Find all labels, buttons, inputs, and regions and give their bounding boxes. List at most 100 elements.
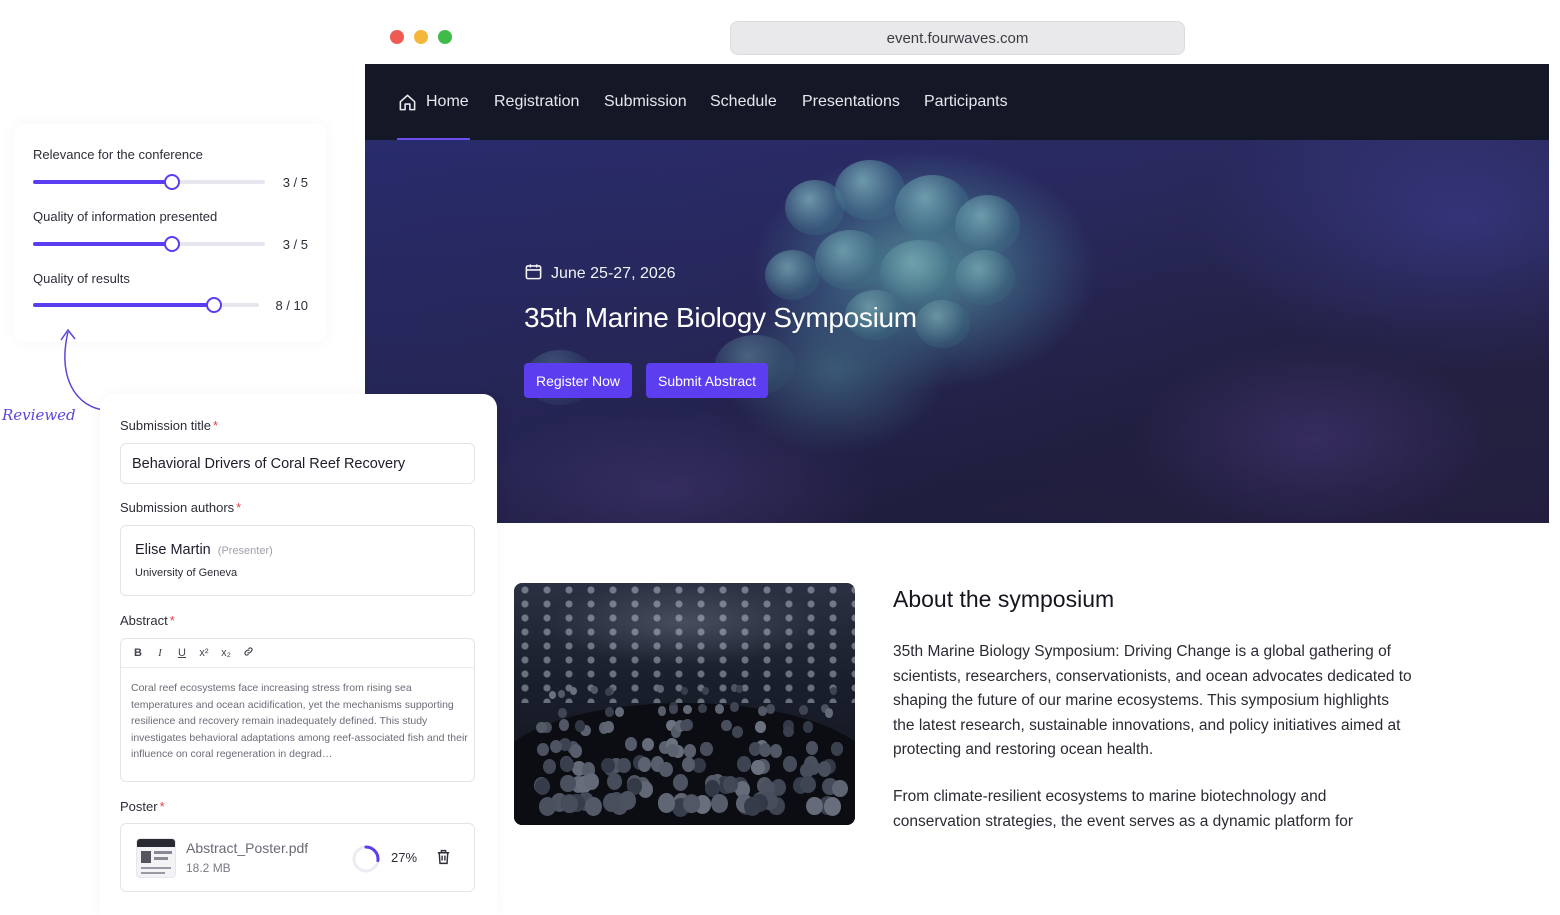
field-label-text: Abstract <box>120 613 168 628</box>
page: event.fourwaves.com Home Registration Su… <box>0 0 1560 915</box>
link-icon[interactable] <box>241 646 255 660</box>
nav-label: Submission <box>604 93 687 110</box>
audience-head <box>616 757 631 773</box>
hero-banner: June 25-27, 2026 35th Marine Biology Sym… <box>365 140 1549 523</box>
event-date: June 25-27, 2026 <box>524 262 676 286</box>
bold-button[interactable]: B <box>131 647 145 659</box>
about-title: About the symposium <box>893 586 1115 612</box>
nav-label: Participants <box>924 93 1008 110</box>
superscript-button[interactable]: x² <box>197 647 211 659</box>
nav-item-registration[interactable]: Registration <box>494 64 579 140</box>
required-mark: * <box>159 799 165 814</box>
nav-item-submission[interactable]: Submission <box>604 64 687 140</box>
underline-button[interactable]: U <box>175 647 189 659</box>
submission-form-card: Submission title * Behavioral Drivers of … <box>100 394 497 915</box>
poster-label: Poster * <box>120 799 165 814</box>
poster-thumbnail <box>136 838 176 878</box>
audience-head <box>570 686 578 695</box>
about-paragraph: From climate-resilient ecosystems to mar… <box>893 788 1354 830</box>
criterion-slider[interactable] <box>33 236 265 252</box>
audience-head <box>682 704 692 715</box>
audience-head <box>615 707 624 717</box>
audience-head <box>711 793 728 813</box>
url-text: event.fourwaves.com <box>886 29 1029 47</box>
audience-head <box>799 704 809 715</box>
audience-head <box>770 744 783 758</box>
audience-head <box>641 737 654 751</box>
nav-item-schedule[interactable]: Schedule <box>710 64 777 140</box>
submission-title-input[interactable]: Behavioral Drivers of Coral Reef Recover… <box>120 443 475 484</box>
audience-head <box>683 794 700 814</box>
audience-head <box>817 761 832 777</box>
nav-item-participants[interactable]: Participants <box>924 64 1008 140</box>
audience-head <box>549 739 562 754</box>
audience-head <box>729 702 739 712</box>
submission-title-label: Submission title * <box>120 418 218 433</box>
poster-upload-item: Abstract_Poster.pdf 18.2 MB 27% <box>120 823 475 892</box>
nav-item-home[interactable]: Home <box>398 64 469 140</box>
audience-head <box>823 797 841 817</box>
nav-label: Home <box>426 93 469 110</box>
slider-fill <box>33 242 173 246</box>
about-paragraph: 35th Marine Biology Symposium: Driving C… <box>893 643 1412 758</box>
slider-knob[interactable] <box>205 297 222 313</box>
audience-head <box>600 758 615 774</box>
audience-head <box>603 721 614 733</box>
audience-head <box>759 743 772 757</box>
poster-file-size: 18.2 MB <box>186 861 231 875</box>
ceiling-lights <box>514 583 855 703</box>
required-mark: * <box>213 418 219 433</box>
window-controls <box>390 30 452 44</box>
audience-head <box>783 725 794 738</box>
delete-file-button[interactable] <box>435 848 452 871</box>
close-window-dot[interactable] <box>390 30 404 44</box>
audience-head <box>557 690 565 699</box>
audience-photo <box>514 583 855 825</box>
required-mark: * <box>169 613 175 628</box>
required-mark: * <box>236 500 242 515</box>
poster-file-name: Abstract_Poster.pdf <box>186 840 309 856</box>
register-now-button[interactable]: Register Now <box>524 363 633 398</box>
calendar-icon <box>524 262 543 286</box>
slider-knob[interactable] <box>164 174 181 190</box>
audience-head <box>604 688 612 697</box>
abstract-text: Coral reef ecosystems face increasing st… <box>131 682 468 760</box>
nav-item-presentations[interactable]: Presentations <box>802 64 900 140</box>
author-name-line: Elise Martin (Presenter) <box>135 542 273 558</box>
italic-button[interactable]: I <box>153 647 167 659</box>
editor-toolbar: B I U x² x₂ <box>121 639 474 668</box>
nav-label: Presentations <box>802 93 900 110</box>
criterion-score: 3 / 5 <box>282 175 308 190</box>
author-entry[interactable]: Elise Martin (Presenter) University of G… <box>120 525 475 596</box>
submission-authors-label: Submission authors * <box>120 500 241 515</box>
event-date-text: June 25-27, 2026 <box>551 265 676 282</box>
audience-head <box>732 725 743 738</box>
audience-head <box>805 796 823 816</box>
field-label-text: Submission title <box>120 418 212 433</box>
subscript-button[interactable]: x₂ <box>219 647 233 659</box>
audience-head <box>536 743 549 757</box>
nav-label: Schedule <box>710 93 777 110</box>
criterion-label: Quality of results <box>33 271 130 286</box>
slider-fill <box>33 303 214 307</box>
audience-head <box>602 793 620 813</box>
audience-head <box>637 756 652 773</box>
audience-head <box>714 704 724 714</box>
minimize-window-dot[interactable] <box>414 30 428 44</box>
abstract-editor[interactable]: B I U x² x₂ Coral reef ecosystems face i… <box>120 638 475 782</box>
address-bar[interactable]: event.fourwaves.com <box>730 21 1185 55</box>
audience-head <box>737 756 751 772</box>
slider-knob[interactable] <box>164 236 181 252</box>
audience-head <box>744 797 762 816</box>
audience-head <box>625 737 638 751</box>
field-label-text: Poster <box>120 799 158 814</box>
slider-fill <box>33 180 173 184</box>
criterion-label: Quality of information presented <box>33 209 218 224</box>
audience-head <box>832 779 848 797</box>
criterion-slider[interactable] <box>33 174 265 190</box>
maximize-window-dot[interactable] <box>438 30 452 44</box>
criterion-label: Relevance for the conference <box>33 147 203 162</box>
criterion-slider[interactable] <box>33 297 259 313</box>
submit-abstract-button[interactable]: Submit Abstract <box>646 363 769 398</box>
criterion-score: 3 / 5 <box>282 237 308 252</box>
